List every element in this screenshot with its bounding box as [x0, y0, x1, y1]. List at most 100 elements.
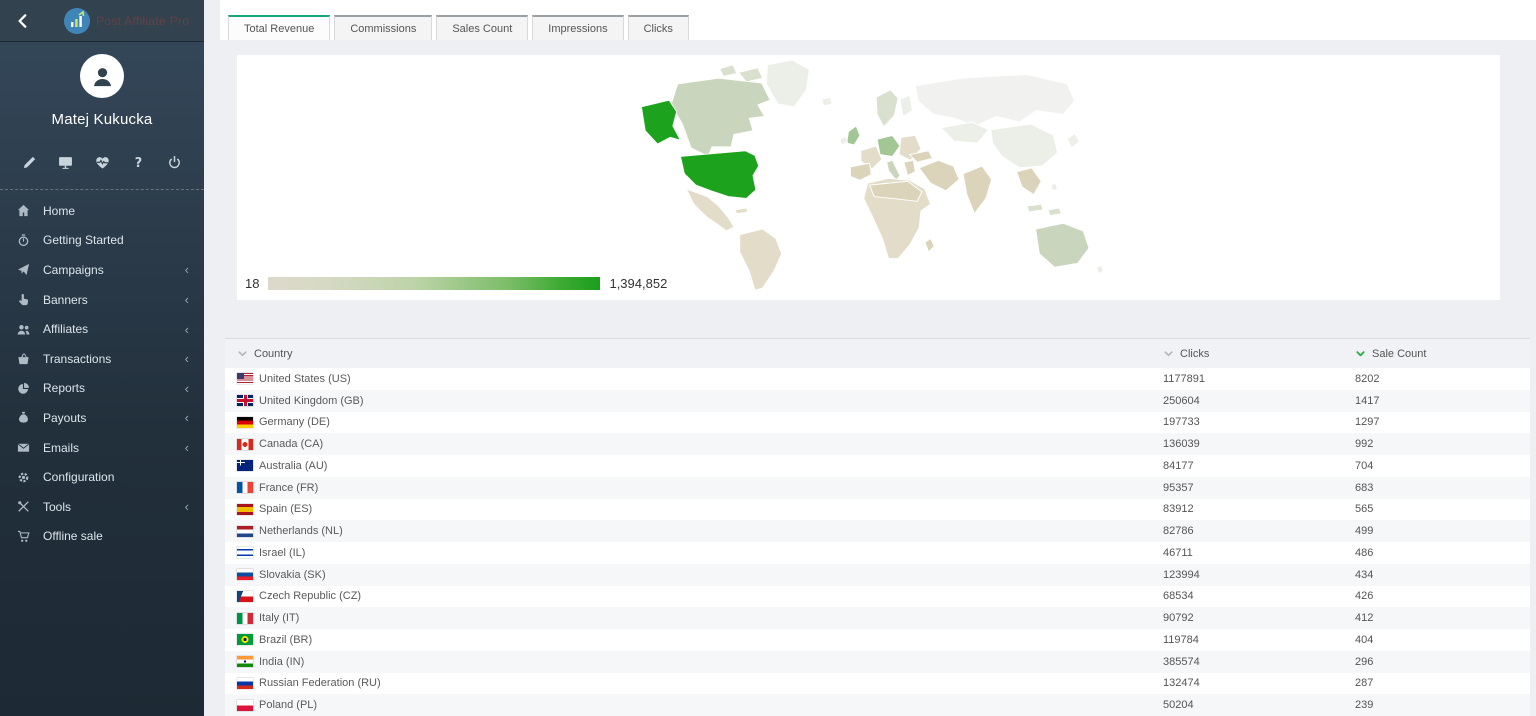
collapse-sidebar-button[interactable] — [10, 8, 36, 34]
sale-count-value: 683 — [1355, 482, 1530, 494]
map-region-middle-east[interactable] — [919, 160, 959, 191]
sidebar-item-reports[interactable]: Reports‹ — [0, 374, 204, 404]
country-name: India (IN) — [259, 656, 304, 668]
monitor-icon[interactable] — [58, 155, 73, 170]
sidebar-item-transactions[interactable]: Transactions‹ — [0, 344, 204, 374]
nav-item-label: Payouts — [43, 411, 185, 425]
world-map-container — [628, 57, 1110, 301]
map-region-india[interactable] — [963, 166, 992, 214]
map-region-madagascar[interactable] — [924, 239, 934, 252]
tab-label: Total Revenue — [244, 23, 314, 35]
sidebar-item-home[interactable]: Home — [0, 196, 204, 226]
table-row-br: Brazil (BR)119784404 — [225, 629, 1530, 651]
flag-icon-sk — [237, 569, 253, 580]
money-bag-icon — [16, 411, 31, 424]
country-cell: Spain (ES) — [225, 503, 1163, 515]
map-region-south-america[interactable] — [739, 229, 781, 290]
nav-item-label: Emails — [43, 441, 185, 455]
table-row-in: India (IN)385574296 — [225, 651, 1530, 673]
chevron-left-icon: ‹ — [185, 293, 189, 306]
tab-impressions[interactable]: Impressions — [532, 15, 623, 40]
table-row-ca: Canada (CA)136039992 — [225, 433, 1530, 455]
map-region-japan[interactable] — [1067, 134, 1079, 148]
map-region-southeast-asia[interactable] — [1016, 168, 1041, 195]
map-region-greenland[interactable] — [766, 60, 809, 107]
map-region-central-asia[interactable] — [941, 122, 989, 143]
tab-clicks[interactable]: Clicks — [628, 15, 689, 40]
map-region-caribbean[interactable] — [734, 208, 747, 214]
brand-text: Post Affiliate Pro — [96, 14, 189, 28]
country-name: Russian Federation (RU) — [259, 677, 381, 689]
map-region-china[interactable] — [990, 124, 1057, 168]
map-region-indonesia[interactable] — [1026, 204, 1060, 215]
sale-count-value: 404 — [1355, 634, 1530, 646]
column-header-sale-count[interactable]: Sale Count — [1355, 348, 1530, 360]
sale-count-value: 499 — [1355, 525, 1530, 537]
sidebar-item-getting-started[interactable]: Getting Started — [0, 226, 204, 256]
map-region-balkans[interactable] — [903, 160, 914, 175]
power-icon[interactable] — [167, 155, 182, 170]
chevron-left-icon: ‹ — [185, 263, 189, 276]
pencil-icon[interactable] — [22, 155, 37, 170]
country-cell: India (IN) — [225, 656, 1163, 668]
country-name: Poland (PL) — [259, 699, 317, 711]
heartbeat-icon[interactable] — [95, 155, 110, 170]
sidebar-item-campaigns[interactable]: Campaigns‹ — [0, 255, 204, 285]
map-region-ireland[interactable] — [839, 136, 847, 145]
country-cell: France (FR) — [225, 482, 1163, 494]
sale-count-value: 8202 — [1355, 373, 1530, 385]
country-cell: Italy (IT) — [225, 612, 1163, 624]
sidebar-item-emails[interactable]: Emails‹ — [0, 433, 204, 463]
country-cell: Russian Federation (RU) — [225, 677, 1163, 689]
chevron-left-icon: ‹ — [185, 323, 189, 336]
stopwatch-icon — [16, 234, 31, 247]
tab-total-revenue[interactable]: Total Revenue — [228, 15, 330, 40]
map-region-russia[interactable] — [915, 74, 1074, 126]
question-icon[interactable]: ? — [131, 155, 146, 170]
sidebar-item-affiliates[interactable]: Affiliates‹ — [0, 314, 204, 344]
basket-icon — [16, 352, 31, 365]
cart-icon — [16, 530, 31, 543]
sale-count-value: 434 — [1355, 569, 1530, 581]
map-region-iceland[interactable] — [821, 97, 831, 106]
column-header-country[interactable]: Country — [225, 348, 1163, 360]
flag-icon-au — [237, 460, 253, 471]
map-region-spain[interactable] — [850, 163, 871, 180]
map-region-italy[interactable] — [886, 160, 899, 180]
sidebar-item-payouts[interactable]: Payouts‹ — [0, 403, 204, 433]
sidebar-item-banners[interactable]: Banners‹ — [0, 285, 204, 315]
table-header: Country Clicks Sale Count — [225, 338, 1530, 368]
country-name: Israel (IL) — [259, 547, 305, 559]
clicks-value: 123994 — [1163, 569, 1355, 581]
map-region-philippines[interactable] — [1050, 183, 1057, 191]
country-stats-table: Country Clicks Sale Count United States … — [225, 338, 1530, 716]
sale-count-value: 565 — [1355, 503, 1530, 515]
flag-icon-cz — [237, 591, 253, 602]
sort-chevron-icon — [1163, 348, 1174, 359]
map-region-canada[interactable] — [670, 78, 769, 156]
sale-count-value: 239 — [1355, 699, 1530, 711]
map-region-finland[interactable] — [900, 95, 912, 116]
map-region-scandinavia[interactable] — [876, 90, 898, 127]
column-header-clicks[interactable]: Clicks — [1163, 348, 1355, 360]
tab-commissions[interactable]: Commissions — [334, 15, 432, 40]
flag-icon-fr — [237, 482, 253, 493]
map-region-new-zealand[interactable] — [1096, 265, 1103, 274]
sidebar-item-configuration[interactable]: Configuration — [0, 462, 204, 492]
sale-count-value: 704 — [1355, 460, 1530, 472]
sidebar-item-offline-sale[interactable]: Offline sale — [0, 522, 204, 552]
home-icon — [16, 204, 31, 217]
sale-count-value: 1297 — [1355, 416, 1530, 428]
clicks-value: 50204 — [1163, 699, 1355, 711]
map-region-united-kingdom[interactable] — [846, 126, 859, 145]
map-region-australia[interactable] — [1035, 223, 1088, 267]
profile-section: Matej Kukucka ? — [0, 42, 204, 170]
tab-sales-count[interactable]: Sales Count — [436, 15, 528, 40]
clicks-value: 132474 — [1163, 677, 1355, 689]
profile-actions: ? — [0, 155, 204, 170]
map-region-central-europe[interactable] — [877, 135, 900, 156]
clicks-value: 197733 — [1163, 416, 1355, 428]
sidebar-item-tools[interactable]: Tools‹ — [0, 492, 204, 522]
country-cell: Australia (AU) — [225, 460, 1163, 472]
table-row-ru: Russian Federation (RU)132474287 — [225, 673, 1530, 695]
